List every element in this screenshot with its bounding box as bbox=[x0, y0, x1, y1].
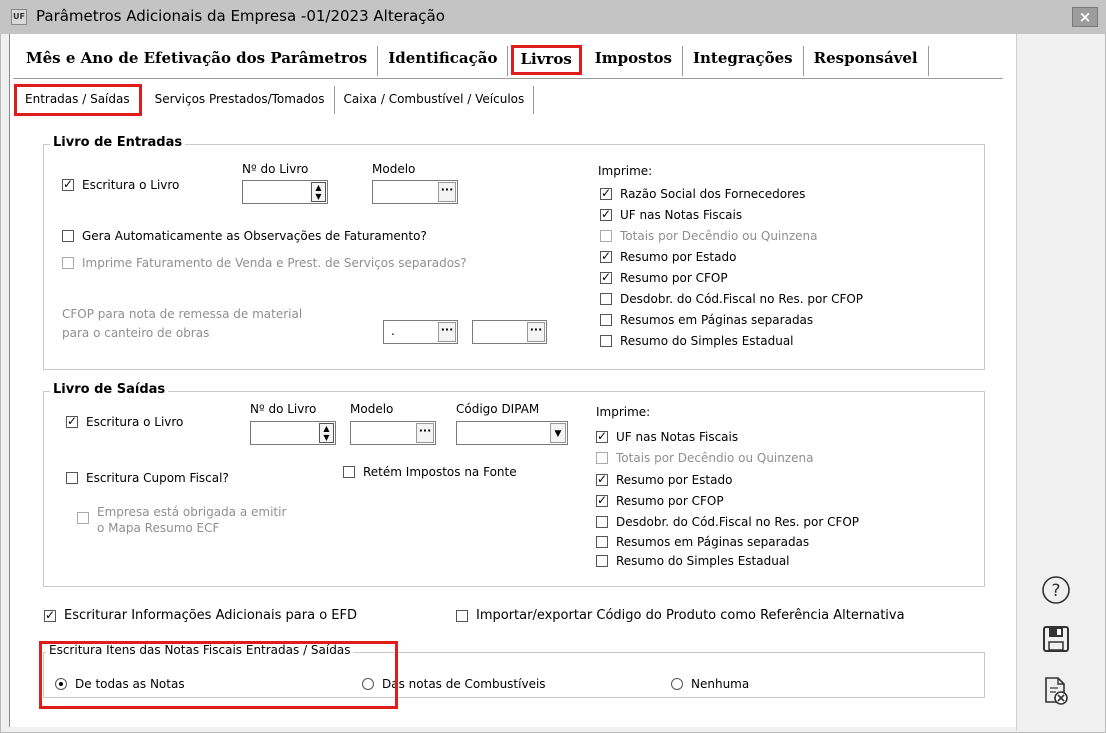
ellipsis-icon[interactable]: ··· bbox=[527, 322, 545, 342]
cfop-label-1: CFOP para nota de remessa de material bbox=[62, 307, 303, 321]
saidas-imprime-label: Imprime: bbox=[596, 405, 651, 419]
sai-resumo-simples-checkbox[interactable]: Resumo do Simples Estadual bbox=[596, 554, 790, 568]
dipam-label: Código DIPAM bbox=[456, 402, 540, 416]
mapa-resumo-label-1: Empresa está obrigada a emitir bbox=[97, 505, 287, 519]
ent-totais-decendio-checkbox[interactable]: Totais por Decêndio ou Quinzena bbox=[600, 229, 818, 243]
entradas-num-livro-input[interactable]: ▲ ▼ bbox=[242, 180, 328, 204]
sai-resumo-estado-checkbox[interactable]: Resumo por Estado bbox=[596, 472, 732, 487]
saidas-title: Livro de Saídas bbox=[50, 382, 169, 397]
ellipsis-icon[interactable]: ··· bbox=[416, 423, 434, 443]
cancel-document-icon[interactable] bbox=[1039, 674, 1073, 708]
title-bar: UF Parâmetros Adicionais da Empresa -01/… bbox=[0, 0, 1106, 34]
saidas-escritura-checkbox[interactable]: Escritura o Livro bbox=[66, 414, 183, 429]
sai-totais-decendio-checkbox[interactable]: Totais por Decêndio ou Quinzena bbox=[596, 451, 814, 465]
cfop-input-2[interactable]: ··· bbox=[472, 320, 547, 344]
tab-livros[interactable]: Livros bbox=[511, 45, 582, 75]
ellipsis-icon[interactable]: ··· bbox=[438, 182, 456, 202]
saidas-num-livro-label: Nº do Livro bbox=[250, 402, 317, 416]
entradas-imprime-label: Imprime: bbox=[598, 164, 653, 178]
main-tabs: Mês e Ano de Efetivação dos Parâmetros I… bbox=[16, 45, 929, 78]
cfop-label-2: para o canteiro de obras bbox=[62, 326, 210, 340]
sub-tabs: Entradas / Saídas Serviços Prestados/Tom… bbox=[14, 84, 535, 116]
sai-resumo-cfop-checkbox[interactable]: Resumo por CFOP bbox=[596, 493, 724, 508]
saidas-modelo-input[interactable]: ··· bbox=[350, 421, 436, 445]
spin-icon[interactable]: ▲ ▼ bbox=[319, 423, 334, 443]
ellipsis-icon[interactable]: ··· bbox=[438, 322, 456, 342]
ent-uf-notas-checkbox[interactable]: UF nas Notas Fiscais bbox=[600, 207, 742, 222]
sai-uf-notas-checkbox[interactable]: UF nas Notas Fiscais bbox=[596, 429, 738, 444]
dipam-select[interactable]: ▼ bbox=[456, 421, 568, 445]
entradas-escritura-checkbox[interactable]: Escritura o Livro bbox=[62, 177, 179, 192]
imprime-faturamento-checkbox[interactable]: Imprime Faturamento de Venda e Prest. de… bbox=[62, 256, 467, 270]
ent-resumo-cfop-checkbox[interactable]: Resumo por CFOP bbox=[600, 270, 728, 285]
radio-nenhuma[interactable]: Nenhuma bbox=[671, 677, 749, 691]
cfop-input-1[interactable]: . ··· bbox=[383, 320, 458, 344]
entradas-modelo-input[interactable]: ··· bbox=[372, 180, 458, 204]
retem-impostos-checkbox[interactable]: Retém Impostos na Fonte bbox=[343, 465, 517, 479]
save-icon[interactable] bbox=[1039, 622, 1073, 656]
ent-resumo-estado-checkbox[interactable]: Resumo por Estado bbox=[600, 249, 736, 264]
highlight-box bbox=[39, 641, 398, 709]
entradas-num-livro-label: Nº do Livro bbox=[242, 162, 309, 176]
entradas-title: Livro de Entradas bbox=[50, 135, 186, 150]
app-icon: UF bbox=[11, 9, 27, 25]
subtab-servicos[interactable]: Serviços Prestados/Tomados bbox=[146, 86, 335, 114]
ent-desdobr-checkbox[interactable]: Desdobr. do Cód.Fiscal no Res. por CFOP bbox=[600, 292, 863, 306]
saidas-modelo-label: Modelo bbox=[350, 402, 394, 416]
importar-codigo-checkbox[interactable]: Importar/exportar Código do Produto como… bbox=[456, 608, 905, 623]
tab-divider bbox=[13, 78, 1003, 79]
tab-responsavel[interactable]: Responsável bbox=[804, 46, 929, 76]
efd-checkbox[interactable]: Escriturar Informações Adicionais para o… bbox=[44, 608, 357, 623]
sai-desdobr-checkbox[interactable]: Desdobr. do Cód.Fiscal no Res. por CFOP bbox=[596, 515, 859, 529]
tab-mes-ano[interactable]: Mês e Ano de Efetivação dos Parâmetros bbox=[16, 46, 379, 76]
subtab-entradas-saidas[interactable]: Entradas / Saídas bbox=[14, 84, 142, 116]
tab-impostos[interactable]: Impostos bbox=[585, 46, 683, 76]
gera-obs-checkbox[interactable]: Gera Automaticamente as Observações de F… bbox=[62, 229, 427, 243]
entradas-modelo-label: Modelo bbox=[372, 162, 416, 176]
mapa-resumo-label-2: o Mapa Resumo ECF bbox=[97, 521, 220, 535]
close-button[interactable]: × bbox=[1072, 7, 1098, 27]
tab-identificacao[interactable]: Identificação bbox=[378, 46, 509, 76]
help-icon[interactable]: ? bbox=[1039, 573, 1073, 607]
subtab-caixa[interactable]: Caixa / Combustível / Veículos bbox=[335, 86, 535, 114]
cupom-fiscal-checkbox[interactable]: Escritura Cupom Fiscal? bbox=[66, 471, 229, 485]
ent-resumos-paginas-checkbox[interactable]: Resumos em Páginas separadas bbox=[600, 313, 813, 327]
saidas-num-livro-input[interactable]: ▲ ▼ bbox=[250, 421, 336, 445]
sai-resumos-paginas-checkbox[interactable]: Resumos em Páginas separadas bbox=[596, 535, 809, 549]
window-title: Parâmetros Adicionais da Empresa -01/202… bbox=[36, 7, 445, 25]
ent-resumo-simples-checkbox[interactable]: Resumo do Simples Estadual bbox=[600, 334, 794, 348]
mapa-resumo-checkbox[interactable] bbox=[77, 512, 97, 524]
svg-text:?: ? bbox=[1051, 581, 1060, 601]
ent-razao-social-checkbox[interactable]: Razão Social dos Fornecedores bbox=[600, 186, 805, 201]
spin-icon[interactable]: ▲ ▼ bbox=[311, 182, 326, 202]
tab-integracoes[interactable]: Integrações bbox=[683, 46, 804, 76]
chevron-down-icon[interactable]: ▼ bbox=[550, 423, 566, 443]
